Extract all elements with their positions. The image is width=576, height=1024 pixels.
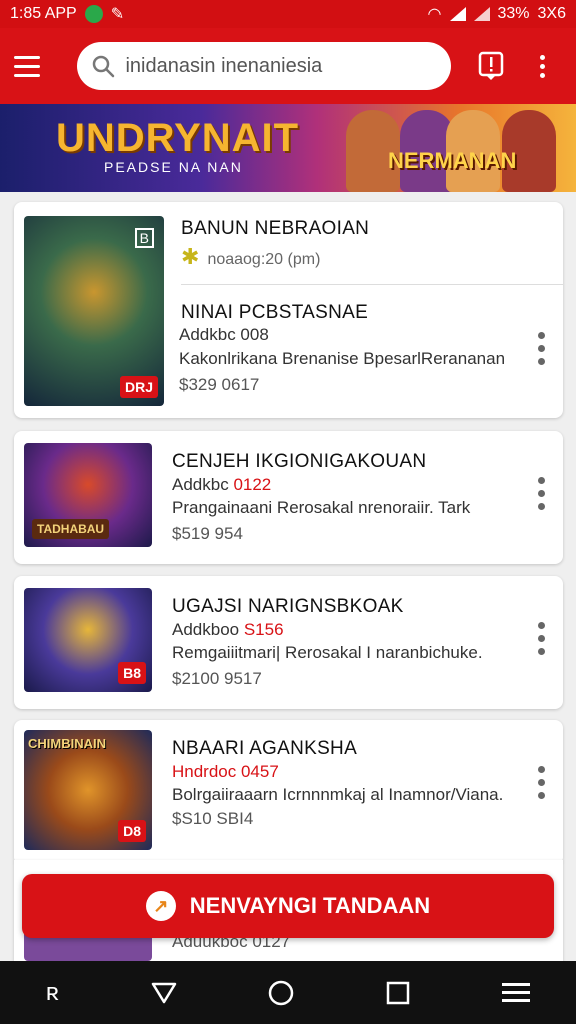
app-notification-icon [84, 5, 103, 23]
menu-icon[interactable] [14, 46, 53, 86]
menu-lines-icon[interactable] [502, 981, 531, 1005]
card-description: Prangainaani Rerosakal nrenoraiir. Tark [172, 498, 471, 517]
status-extra: 3X6 [537, 5, 566, 22]
game-thumbnail: TADHABAU [24, 443, 152, 547]
home-icon[interactable] [268, 980, 294, 1006]
wifi-icon: ◠ [427, 6, 442, 23]
card-price: $519 954 [172, 524, 243, 543]
status-bar: 1:85 APP ✎ ◠ 33% 3X6 [0, 0, 576, 28]
card-code: Addkbc 0122 [172, 475, 272, 494]
thumb-tag: TADHABAU [32, 519, 110, 539]
card-title: UGAJSI NARIGNSBKOAK [172, 596, 404, 617]
card-header-title: BANUN NEBRAOIAN [181, 218, 370, 239]
alert-book-icon[interactable] [471, 46, 510, 86]
game-thumbnail: B8 [24, 588, 152, 692]
card-header-sub: ✱ noaaog:20 (pm) [181, 244, 321, 269]
search-input[interactable] [125, 54, 436, 78]
game-thumbnail: B DRJ [24, 216, 164, 406]
banner-subtitle: PEADSE NA NAN [104, 159, 243, 175]
card-code: Addkboo S156 [172, 620, 284, 639]
primary-action-button[interactable]: ↗ NENVAYNGI TANDAAN [22, 874, 554, 938]
search-icon [93, 55, 115, 78]
divider [181, 284, 563, 285]
star-icon: ✱ [181, 244, 200, 269]
card-more-icon[interactable] [535, 766, 547, 799]
thumb-tag: D8 [118, 820, 146, 842]
thumb-tag: DRJ [119, 376, 158, 398]
system-nav-bar: ʀ [0, 961, 576, 1024]
promo-banner[interactable]: UNDRYNAIT PEADSE NA NAN NERMANAN [0, 104, 576, 192]
card-title: CENJEH IKGIONIGAKOUAN [172, 451, 427, 472]
card-more-icon[interactable] [535, 332, 547, 365]
game-card[interactable]: TADHABAU CENJEH IKGIONIGAKOUAN Addkbc 01… [14, 431, 563, 564]
search-bar[interactable] [77, 42, 452, 90]
overflow-menu-icon[interactable] [523, 46, 562, 86]
card-price: $S10 SBI4 [172, 809, 254, 828]
game-thumbnail: CHIMBINAIN D8 [24, 730, 152, 850]
back-gesture-icon[interactable]: ʀ [46, 979, 59, 1007]
banner-right-title: NERMANAN [388, 148, 517, 173]
card-price: $329 0617 [179, 375, 260, 394]
card-code: Hndrdoc 0457 [172, 762, 279, 781]
card-description: Kakonlrikana Brenanise BpesarlRerananan [179, 349, 506, 368]
back-icon[interactable] [151, 981, 177, 1005]
game-card[interactable]: B DRJ BANUN NEBRAOIAN ✱ noaaog:20 (pm) NI… [14, 202, 563, 418]
card-code: Addkbc 008 [179, 325, 269, 344]
primary-action-label: NENVAYNGI TANDAAN [189, 893, 431, 918]
game-card[interactable]: B8 UGAJSI NARIGNSBKOAK Addkboo S156 Remg… [14, 576, 563, 709]
tools-icon: ✎ [110, 6, 125, 23]
card-description: Bolrgaiiraaarn Icrnnnmkaj al Inamnor/Via… [172, 785, 504, 804]
thumb-tag: B8 [118, 662, 146, 684]
card-more-icon[interactable] [535, 477, 547, 510]
status-time: 1:85 APP [10, 5, 77, 22]
signal-icon-2 [473, 7, 490, 21]
game-card[interactable]: CHIMBINAIN D8 NBAARI AGANKSHA Hndrdoc 04… [14, 720, 563, 865]
card-price: $2100 9517 [172, 669, 262, 688]
card-description: Remgaiiitmari| Rerosakal I naranbichuke. [172, 643, 483, 662]
thumb-badge: B [134, 228, 154, 248]
arrow-icon: ↗ [145, 891, 176, 921]
signal-icon [449, 7, 466, 21]
card-title: NINAI PCBSTASNAE [181, 302, 369, 323]
recents-icon[interactable] [386, 981, 410, 1005]
thumb-title: CHIMBINAIN [28, 736, 106, 751]
battery-level: 33% [497, 5, 530, 22]
app-bar [0, 28, 576, 104]
card-more-icon[interactable] [535, 622, 547, 655]
banner-title: UNDRYNAIT [56, 116, 300, 160]
card-title: NBAARI AGANKSHA [172, 738, 358, 759]
